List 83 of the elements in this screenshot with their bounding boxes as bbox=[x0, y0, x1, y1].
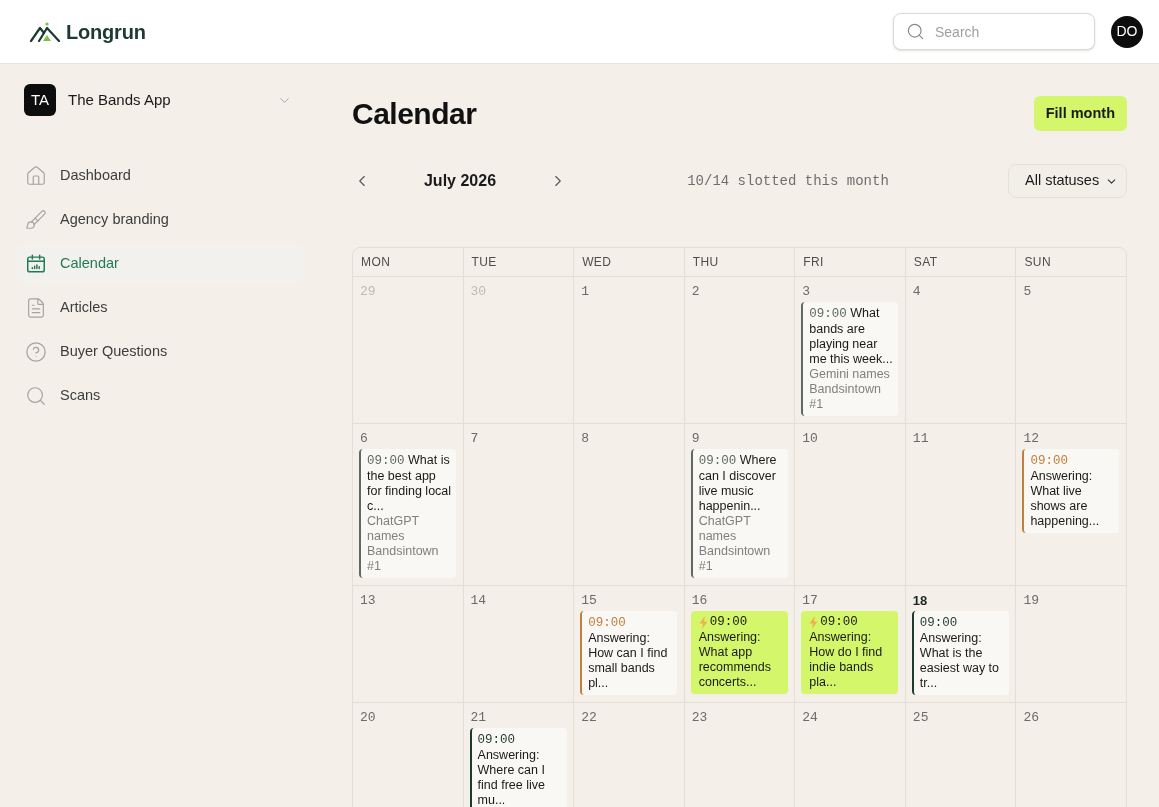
day-number: 20 bbox=[359, 710, 376, 726]
mountain-logo-icon bbox=[30, 21, 60, 42]
event-note: ChatGPT names Bandsintown #1 bbox=[698, 514, 772, 574]
nav-item[interactable]: Scans bbox=[16, 376, 304, 416]
day-number: 9 bbox=[690, 431, 700, 447]
event-title: Answering: How do I find indie bands pla... bbox=[809, 630, 884, 690]
event-heading: 09:00 Where can I discover live music happenin... bbox=[698, 453, 778, 514]
page-title: Calendar bbox=[352, 96, 477, 132]
workspace-initials: TA bbox=[24, 84, 56, 116]
weekday-label: SAT bbox=[905, 248, 1016, 276]
weekday-label: FRI bbox=[795, 248, 905, 276]
home-icon bbox=[25, 165, 47, 187]
weekday-label: THU bbox=[684, 248, 795, 276]
weekday-label: SUN bbox=[1016, 248, 1126, 276]
search-icon bbox=[906, 22, 925, 41]
day-number: 7 bbox=[469, 431, 479, 447]
day-number: 17 bbox=[801, 593, 818, 609]
help-icon bbox=[25, 341, 47, 363]
month-label: July 2026 bbox=[422, 171, 498, 191]
weekday-label: WED bbox=[574, 248, 684, 276]
day-number: 24 bbox=[801, 710, 818, 726]
nav-item[interactable]: Articles bbox=[16, 288, 304, 328]
event-card[interactable]: 09:00 Answering: How do I find indie bands pla... bbox=[801, 611, 899, 694]
event-heading: 09:00 Answering: What is the easiest way to tr... bbox=[919, 615, 1001, 691]
day-number: 4 bbox=[911, 284, 921, 300]
event-card[interactable]: 09:00 What is the best app for finding local c... ChatGPT names Bandsintown #1 bbox=[359, 449, 456, 578]
brush-icon bbox=[25, 209, 47, 231]
lightning-icon bbox=[809, 616, 819, 629]
day-number: 21 bbox=[469, 710, 487, 726]
event-card[interactable]: 09:00 What bands are playing near me this week... Gemini names Bandsintown #1 bbox=[801, 302, 899, 416]
event-card[interactable]: 09:00 Answering: What is the easiest way to tr... bbox=[911, 611, 1009, 695]
day-number: 2 bbox=[690, 284, 700, 300]
event-heading: 09:00 Answering: What live shows are happening... bbox=[1030, 453, 1101, 529]
day-number: 14 bbox=[469, 593, 487, 609]
document-icon bbox=[25, 297, 47, 319]
event-card[interactable]: 09:00 Where can I discover live music happenin... ChatGPT names Bandsintown #1 bbox=[690, 449, 788, 578]
event-heading: 09:00 Answering: Where can I find free live mu... bbox=[477, 732, 546, 807]
day-number: 3 bbox=[801, 284, 811, 300]
status-filter[interactable]: All statuses bbox=[1008, 164, 1127, 198]
search-field[interactable]: Search bbox=[893, 13, 1095, 50]
day-number: 15 bbox=[580, 593, 597, 609]
nav-item[interactable]: Calendar bbox=[16, 244, 304, 284]
day-number: 12 bbox=[1022, 431, 1040, 447]
day-number: 16 bbox=[690, 593, 708, 609]
event-note: ChatGPT names Bandsintown #1 bbox=[367, 514, 440, 574]
slotted-summary: 10/14 slotted this month bbox=[687, 171, 889, 191]
lightning-icon bbox=[698, 616, 708, 629]
search-icon bbox=[25, 385, 47, 407]
event-card[interactable]: 09:00 Answering: What live shows are happening... bbox=[1022, 449, 1120, 533]
workspace-selector[interactable]: TA The Bands App bbox=[16, 84, 304, 116]
day-number: 26 bbox=[1022, 710, 1040, 726]
event-time: 09:00 bbox=[709, 615, 748, 630]
brand-name: Longrun bbox=[66, 19, 146, 45]
nav-item[interactable]: Agency branding bbox=[16, 200, 304, 240]
event-heading: 09:00 What is the best app for finding local c... bbox=[367, 453, 452, 514]
day-number: 8 bbox=[580, 431, 589, 447]
calendar-icon bbox=[25, 253, 47, 275]
event-heading: 09:00 What bands are playing near me this week... bbox=[809, 306, 894, 367]
weekday-label: MON bbox=[353, 248, 463, 276]
event-heading: 09:00 Answering: How can I find small bands pl... bbox=[588, 615, 669, 691]
day-number: 10 bbox=[801, 431, 818, 447]
day-number: 1 bbox=[580, 284, 589, 300]
nav-item[interactable]: Dashboard bbox=[16, 156, 304, 196]
day-number: 23 bbox=[690, 710, 708, 726]
event-card[interactable]: 09:00 Answering: What app recommends concerts... bbox=[690, 611, 788, 694]
day-number: 11 bbox=[911, 431, 929, 447]
weekday-label: TUE bbox=[463, 248, 574, 276]
event-title: Answering: What app recommends concerts... bbox=[698, 630, 772, 690]
event-note: Gemini names Bandsintown #1 bbox=[809, 367, 891, 412]
day-number: 22 bbox=[580, 710, 597, 726]
day-number: 6 bbox=[359, 431, 368, 447]
day-number: 18 bbox=[911, 593, 928, 609]
day-number: 19 bbox=[1022, 593, 1040, 609]
day-number: 25 bbox=[911, 710, 929, 726]
event-card[interactable]: 09:00 Answering: Where can I find free live mu... bbox=[469, 728, 567, 807]
fill-month-button[interactable]: Fill month bbox=[1033, 96, 1127, 131]
day-number: 5 bbox=[1022, 284, 1032, 300]
user-avatar[interactable]: DO bbox=[1111, 15, 1143, 48]
event-time: 09:00 bbox=[820, 615, 858, 630]
day-number: 13 bbox=[359, 593, 376, 609]
event-card[interactable]: 09:00 Answering: How can I find small bands pl... bbox=[580, 611, 678, 695]
nav-item[interactable]: Buyer Questions bbox=[16, 332, 304, 372]
workspace-name: The Bands App bbox=[68, 89, 171, 110]
